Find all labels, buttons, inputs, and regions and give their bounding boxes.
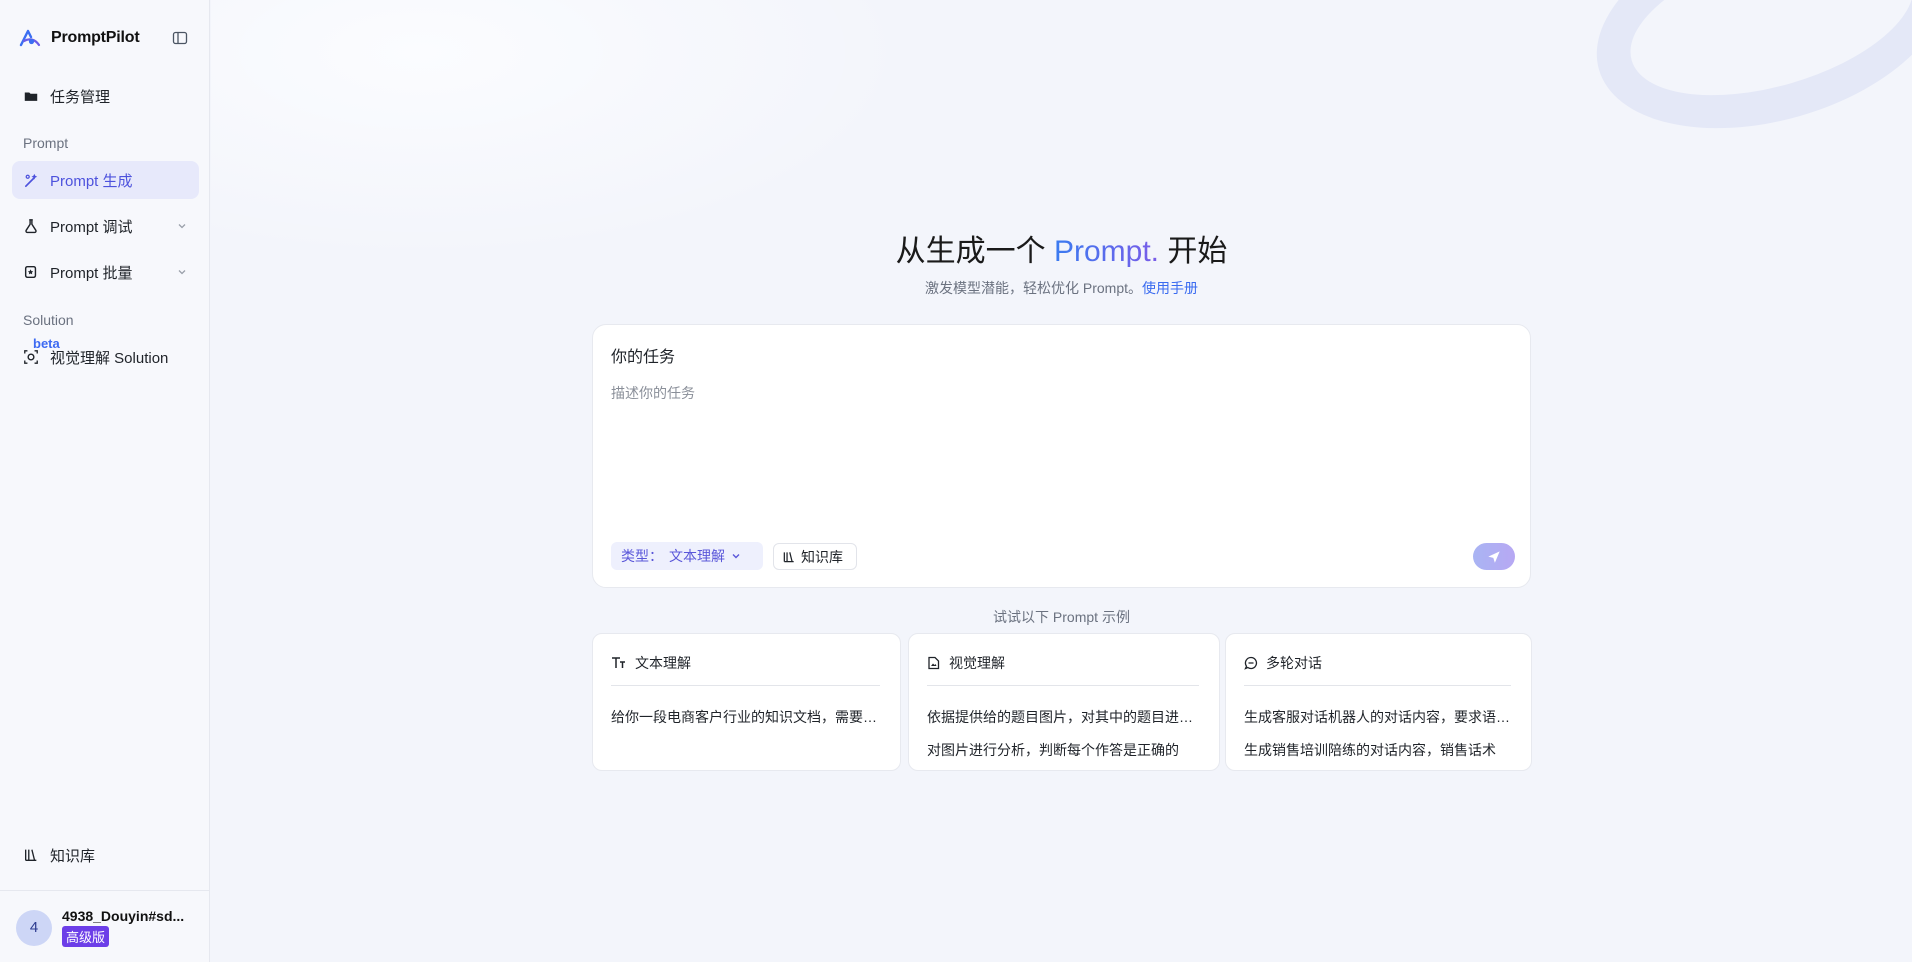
page-subtitle: 激发模型潜能，轻松优化 Prompt。使用手册 — [211, 278, 1912, 298]
chevron-down-icon — [732, 554, 740, 559]
divider — [927, 685, 1199, 686]
sidebar-item-label: Prompt 批量 — [50, 264, 133, 282]
magic-wand-icon — [22, 171, 40, 189]
image-doc-icon — [928, 656, 940, 670]
section-label-solution: Solution — [23, 312, 74, 328]
example-line: 给你一段电商客户行业的知识文档，需要你根据文档回答用户问题 — [611, 709, 880, 725]
avatar[interactable]: 4 — [16, 909, 52, 946]
example-line: 依据提供给的题目图片，对其中的题目进行解答 — [927, 709, 1199, 725]
user-name: 4938_Douyin#sd... — [62, 908, 185, 924]
text-icon — [612, 657, 625, 668]
send-button[interactable] — [1473, 543, 1515, 570]
brand[interactable]: PromptPilot — [18, 26, 140, 50]
background-glow — [211, 0, 911, 260]
divider — [0, 890, 210, 891]
type-label: 类型： — [621, 548, 663, 564]
example-card-visual[interactable]: 视觉理解 依据提供给的题目图片，对其中的题目进行解答 对图片进行分析，判断每个作… — [908, 633, 1220, 771]
send-icon — [1488, 550, 1500, 563]
sidebar-item-task-management[interactable]: 任务管理 — [12, 77, 199, 115]
knowledge-base-button[interactable]: 知识库 — [773, 543, 857, 570]
sidebar-item-label: Prompt 生成 — [50, 172, 133, 190]
sidebar-item-label: 任务管理 — [50, 88, 111, 106]
title-accent: Prompt. — [1053, 235, 1160, 268]
chevron-down-icon[interactable] — [177, 267, 187, 277]
subtitle-text: 激发模型潜能，轻松优化 Prompt。 — [924, 280, 1142, 296]
example-title: 多轮对话 — [1266, 655, 1322, 671]
flask-icon — [22, 217, 40, 235]
example-line: 生成销售培训陪练的对话内容，销售话术 — [1244, 742, 1496, 758]
chevron-down-icon[interactable] — [177, 221, 187, 231]
sidebar-collapse-icon[interactable] — [172, 30, 188, 46]
library-icon — [22, 846, 40, 864]
title-suffix: 开始 — [1159, 235, 1228, 268]
sidebar-item-label: 视觉理解 Solution — [50, 349, 169, 367]
chat-icon — [1244, 656, 1258, 670]
beta-badge: beta — [33, 336, 60, 351]
sidebar: PromptPilot 任务管理 Prompt Prompt 生成 Prompt… — [0, 0, 210, 962]
brand-name: PromptPilot — [51, 29, 140, 46]
promptpilot-logo-icon — [19, 29, 41, 47]
example-card-text[interactable]: 文本理解 给你一段电商客户行业的知识文档，需要你根据文档回答用户问题 — [592, 633, 901, 771]
sidebar-item-prompt-generate[interactable]: Prompt 生成 — [12, 161, 199, 199]
user-profile[interactable]: 4 4938_Douyin#sd... 高级版 — [16, 908, 192, 947]
stack-icon — [22, 263, 40, 281]
example-title: 文本理解 — [635, 655, 691, 671]
type-value: 文本理解 — [669, 548, 725, 564]
folder-icon — [22, 87, 40, 105]
sidebar-item-knowledge-base[interactable]: 知识库 — [12, 836, 199, 874]
task-title: 你的任务 — [611, 349, 676, 366]
task-card: 你的任务 类型： 文本理解 知识库 — [592, 324, 1531, 588]
divider — [1244, 685, 1511, 686]
title-prefix: 从生成一个 — [895, 235, 1054, 268]
background-ring-decoration — [1571, 0, 1912, 166]
divider — [611, 685, 880, 686]
task-description-input[interactable] — [611, 383, 1511, 513]
page-title: 从生成一个 Prompt. 开始 — [211, 226, 1912, 270]
example-title: 视觉理解 — [949, 655, 1005, 671]
sidebar-item-prompt-debug[interactable]: Prompt 调试 — [12, 207, 199, 245]
plan-badge: 高级版 — [62, 926, 110, 947]
sidebar-item-prompt-batch[interactable]: Prompt 批量 — [12, 253, 199, 291]
sidebar-item-label: 知识库 — [50, 847, 96, 865]
example-line: 对图片进行分析，判断每个作答是正确的 — [927, 742, 1179, 758]
manual-link[interactable]: 使用手册 — [1142, 280, 1198, 296]
sidebar-item-label: Prompt 调试 — [50, 218, 133, 236]
section-label-prompt: Prompt — [23, 135, 69, 151]
example-card-multiturn[interactable]: 多轮对话 生成客服对话机器人的对话内容，要求语气亲切 生成销售培训陪练的对话内容… — [1225, 633, 1532, 771]
example-line: 生成客服对话机器人的对话内容，要求语气亲切 — [1244, 709, 1511, 725]
knowledge-base-label: 知识库 — [801, 548, 843, 565]
task-type-select[interactable]: 类型： 文本理解 — [611, 542, 763, 570]
examples-label: 试试以下 Prompt 示例 — [993, 609, 1130, 625]
main-content: 从生成一个 Prompt. 开始 激发模型潜能，轻松优化 Prompt。使用手册… — [211, 0, 1912, 962]
library-icon — [783, 551, 794, 562]
